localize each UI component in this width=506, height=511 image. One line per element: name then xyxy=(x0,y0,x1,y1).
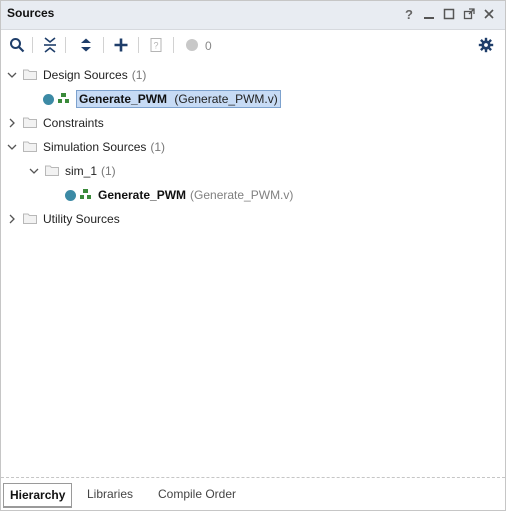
tab-label: Hierarchy xyxy=(10,488,66,502)
tree-item-sim-1[interactable]: sim_1 (1) xyxy=(29,161,116,181)
expand-all-button[interactable] xyxy=(75,35,97,55)
chevron-right-icon[interactable] xyxy=(7,214,17,224)
svg-text:?: ? xyxy=(153,41,158,51)
float-icon xyxy=(463,8,475,20)
tab-compile-order[interactable]: Compile Order xyxy=(152,483,242,505)
toolbar-separator xyxy=(138,37,139,53)
sources-view-tabs: Hierarchy Libraries Compile Order xyxy=(1,481,505,509)
collapse-all-icon xyxy=(44,37,56,53)
status-count: 0 xyxy=(205,39,212,53)
close-button[interactable] xyxy=(480,5,498,23)
tree-item-count: (1) xyxy=(131,68,147,82)
module-name: Generate_PWM xyxy=(79,92,168,106)
tab-hierarchy[interactable]: Hierarchy xyxy=(3,483,73,508)
maximize-button[interactable] xyxy=(440,5,458,23)
add-sources-button[interactable] xyxy=(110,35,132,55)
tree-item-label: Utility Sources xyxy=(43,212,120,226)
toolbar-separator xyxy=(65,37,66,53)
toolbar-separator xyxy=(103,37,104,53)
maximize-icon xyxy=(443,8,455,20)
tree-item-label: Simulation Sources xyxy=(43,140,147,154)
tab-label: Compile Order xyxy=(158,487,237,501)
properties-icon: ? xyxy=(150,38,162,52)
tree-item-design-sources[interactable]: Design Sources (1) xyxy=(7,65,146,85)
chevron-down-icon[interactable] xyxy=(7,70,17,80)
tree-item-design-top-module[interactable]: Generate_PWM (Generate_PWM.v) xyxy=(43,89,281,109)
gear-icon xyxy=(478,37,494,53)
close-icon xyxy=(484,9,494,19)
tree-item-count: (1) xyxy=(101,164,116,178)
chevron-down-icon[interactable] xyxy=(7,142,17,152)
folder-icon xyxy=(23,212,37,227)
panel-title: Sources xyxy=(7,6,55,20)
folder-icon xyxy=(23,116,37,131)
search-button[interactable] xyxy=(6,35,28,55)
folder-icon xyxy=(23,140,37,155)
folder-icon xyxy=(23,68,37,83)
tabs-divider xyxy=(1,477,505,478)
toolbar-separator xyxy=(32,37,33,53)
selected-item-highlight[interactable]: Generate_PWM (Generate_PWM.v) xyxy=(76,90,281,108)
help-button[interactable]: ? xyxy=(400,5,418,23)
tab-label: Libraries xyxy=(87,487,134,501)
settings-button[interactable] xyxy=(475,35,497,55)
minimize-button[interactable] xyxy=(420,5,438,23)
module-name: Generate_PWM xyxy=(98,188,187,202)
chevron-down-icon[interactable] xyxy=(29,166,39,176)
properties-button[interactable]: ? xyxy=(145,35,167,55)
tab-libraries[interactable]: Libraries xyxy=(81,483,139,505)
sources-panel: Sources ? ? 0 Design Sources (1) Generat… xyxy=(0,0,506,511)
tree-item-label: Constraints xyxy=(43,116,104,130)
status-button[interactable] xyxy=(181,35,203,55)
tree-item-sim-top-module[interactable]: Generate_PWM (Generate_PWM.v) xyxy=(65,185,293,205)
tree-item-utility-sources[interactable]: Utility Sources xyxy=(7,209,120,229)
top-module-icon xyxy=(65,189,76,201)
tree-item-count: (1) xyxy=(150,140,166,154)
expand-all-icon xyxy=(81,38,91,52)
chevron-right-icon[interactable] xyxy=(7,118,17,128)
help-icon: ? xyxy=(405,6,413,22)
add-icon xyxy=(114,38,128,52)
minimize-icon xyxy=(424,17,434,19)
search-icon xyxy=(10,38,25,53)
tree-item-constraints[interactable]: Constraints xyxy=(7,113,104,133)
tree-item-label: sim_1 xyxy=(65,164,98,178)
panel-titlebar: Sources ? xyxy=(1,1,505,30)
tree-item-label: Design Sources xyxy=(43,68,128,82)
module-file: (Generate_PWM.v) xyxy=(174,92,278,106)
float-button[interactable] xyxy=(460,5,478,23)
tree-item-simulation-sources[interactable]: Simulation Sources (1) xyxy=(7,137,165,157)
folder-icon xyxy=(45,164,59,179)
sources-toolbar: ? 0 xyxy=(1,31,505,59)
status-circle-icon xyxy=(186,39,198,51)
hierarchy-icon xyxy=(80,188,92,202)
toolbar-separator xyxy=(173,37,174,53)
top-module-icon xyxy=(43,93,54,105)
hierarchy-icon xyxy=(58,92,70,106)
collapse-all-button[interactable] xyxy=(39,35,61,55)
module-file: (Generate_PWM.v) xyxy=(190,188,294,202)
